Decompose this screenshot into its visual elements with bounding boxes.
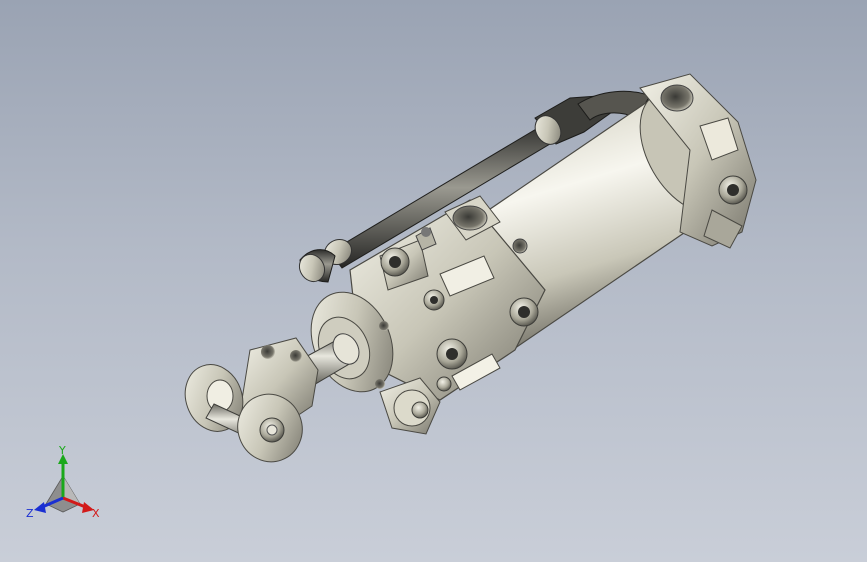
graphics-viewport[interactable]: Y X Z [0,0,867,562]
axis-triad[interactable]: Y X Z [22,446,104,526]
z-axis-label: Z [26,507,34,520]
y-axis-label: Y [58,446,66,457]
z-axis-arrow-icon [34,502,46,513]
x-axis-label: X [92,507,100,520]
rod-end-clevis [184,337,319,463]
cylinder-model[interactable] [0,0,867,562]
